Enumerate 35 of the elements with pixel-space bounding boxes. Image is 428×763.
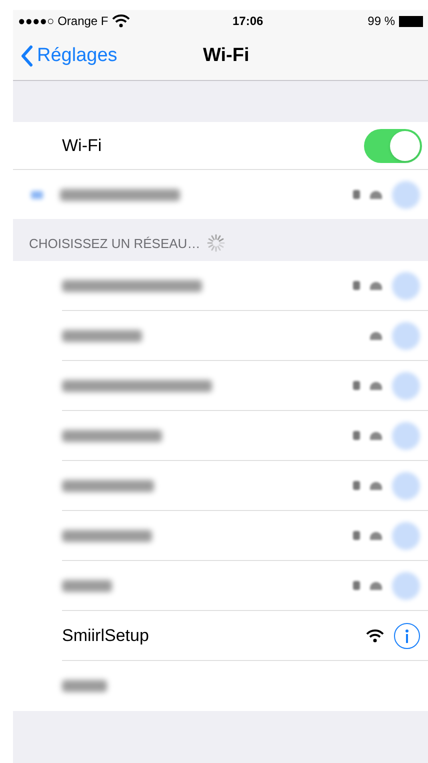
blurred-wifi-icon <box>370 332 382 340</box>
blurred-wifi-icon <box>370 432 382 440</box>
carrier-text: ●●●●○ Orange F <box>18 13 108 30</box>
back-button[interactable]: Réglages <box>13 42 118 70</box>
blurred-wifi-icon <box>370 282 382 290</box>
blurred-info-icon <box>392 422 420 450</box>
blurred-info-icon <box>392 322 420 350</box>
chevron-left-icon <box>21 45 33 67</box>
wifi-icon <box>112 14 130 28</box>
blurred-info-icon <box>392 180 420 208</box>
redacted-text <box>62 680 107 692</box>
info-icon <box>403 628 411 642</box>
loading-spinner-icon <box>206 233 226 253</box>
nav-title: Wi-Fi <box>203 44 250 68</box>
status-time: 17:06 <box>231 13 264 30</box>
blurred-wifi-icon <box>370 482 382 490</box>
section-header: CHOISISSEZ UN RÉSEAU… <box>29 234 200 252</box>
blurred-info-icon <box>392 572 420 600</box>
blurred-wifi-icon <box>370 382 382 390</box>
network-row[interactable]: SmiirlSetup <box>62 611 428 661</box>
blurred-wifi-icon <box>370 532 382 540</box>
blurred-wifi-icon <box>370 582 382 590</box>
blurred-info-icon <box>392 272 420 300</box>
battery-icon <box>399 16 423 26</box>
blurred-info-icon <box>392 522 420 550</box>
blurred-info-icon <box>392 472 420 500</box>
info-button[interactable] <box>394 622 420 648</box>
blurred-info-icon <box>392 372 420 400</box>
redacted-text <box>62 580 112 592</box>
wifi-label: Wi-Fi <box>62 134 102 157</box>
battery-text: 99 % <box>368 13 395 30</box>
wifi-signal-icon <box>366 628 384 642</box>
wifi-toggle[interactable] <box>364 128 422 162</box>
network-name: SmiirlSetup <box>62 624 149 647</box>
blurred-wifi-icon <box>370 190 382 198</box>
